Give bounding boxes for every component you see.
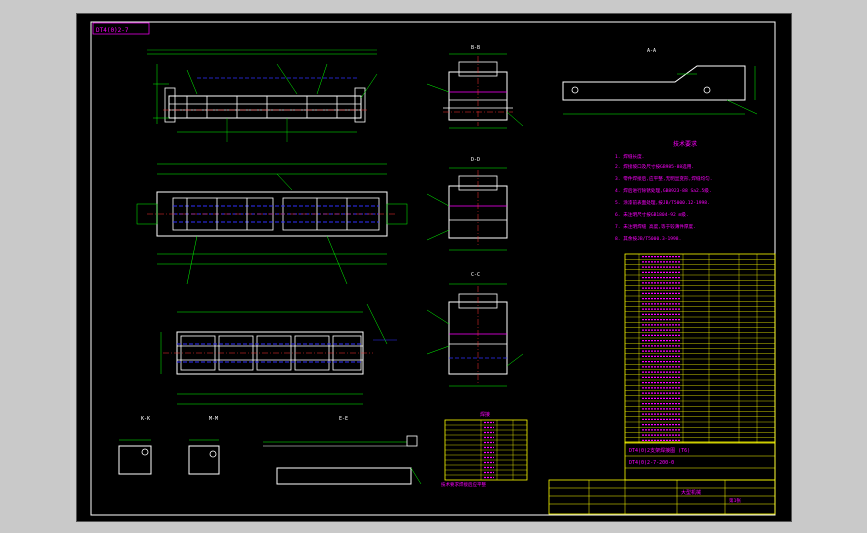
section-b-view[interactable] — [426, 53, 524, 129]
view-label-b: B-B — [471, 45, 480, 51]
note-line: 5. 涂漆前表面处理,按JB/T5000.12-1998. — [615, 199, 710, 206]
view-label-d: D-D — [471, 157, 480, 163]
note-line: 6. 未注明尺寸按GB1804-92 m级. — [615, 211, 689, 218]
view-label-m: M-M — [209, 416, 218, 422]
note-line: 2. 焊接坡口及尺寸按GB985-88选用. — [615, 163, 694, 170]
view-label-c: C-C — [471, 272, 480, 278]
technical-notes: 1. 焊缝长度. 2. 焊接坡口及尺寸按GB985-88选用. 3. 零件焊接后… — [615, 153, 712, 242]
drawing-viewport[interactable]: DT4(0)2-7 B-B D-D C-C A-A K-K M-M E-E 焊接… — [76, 13, 792, 522]
view-label-k: K-K — [141, 416, 150, 422]
note-line: 3. 零件焊接后,应平整,无明显变形,焊缝均匀. — [615, 175, 712, 182]
detail-a-view[interactable] — [562, 65, 758, 115]
note-line: 8. 其余按JB/T5000.3-1998. — [615, 235, 681, 242]
drawing-title: DT4(0)2支架焊接图 (T6) — [629, 447, 690, 454]
note-line: 4. 焊后进行除锈处理,GB8923-88 Sa2.5级. — [615, 187, 712, 194]
parts-list-table[interactable] — [624, 253, 776, 444]
small-table-header: 焊接 — [480, 411, 490, 418]
view-label-e: E-E — [339, 416, 348, 422]
top-view[interactable] — [136, 163, 408, 285]
sheet-number: 第1张 — [729, 497, 741, 504]
detail-k-view[interactable] — [118, 439, 152, 475]
company-name: 大型机械 — [681, 489, 701, 496]
section-c-view[interactable] — [426, 283, 524, 387]
drawing-number: DT4(0)2-7-200-0 — [629, 460, 674, 466]
weld-table — [444, 419, 528, 481]
small-table-note: 技术要求焊接后应平整 — [441, 481, 486, 488]
bottom-view[interactable] — [160, 303, 397, 405]
cad-drawing-canvas[interactable]: DT4(0)2-7 B-B D-D C-C A-A K-K M-M E-E 焊接… — [77, 14, 791, 521]
sheet-tag: DT4(0)2-7 — [96, 27, 129, 34]
front-view[interactable] — [147, 49, 378, 142]
note-line: 7. 未注明焊缝 高度,等于较薄件厚度. — [615, 223, 696, 230]
view-label-a: A-A — [647, 48, 656, 54]
detail-e-view[interactable] — [263, 435, 422, 485]
detail-m-view[interactable] — [188, 439, 220, 475]
section-d-view[interactable] — [426, 167, 508, 251]
cad-application-window: DT4(0)2-7 B-B D-D C-C A-A K-K M-M E-E 焊接… — [0, 0, 867, 533]
note-line: 1. 焊缝长度. — [615, 153, 644, 160]
notes-title: 技术要求 — [673, 140, 697, 148]
